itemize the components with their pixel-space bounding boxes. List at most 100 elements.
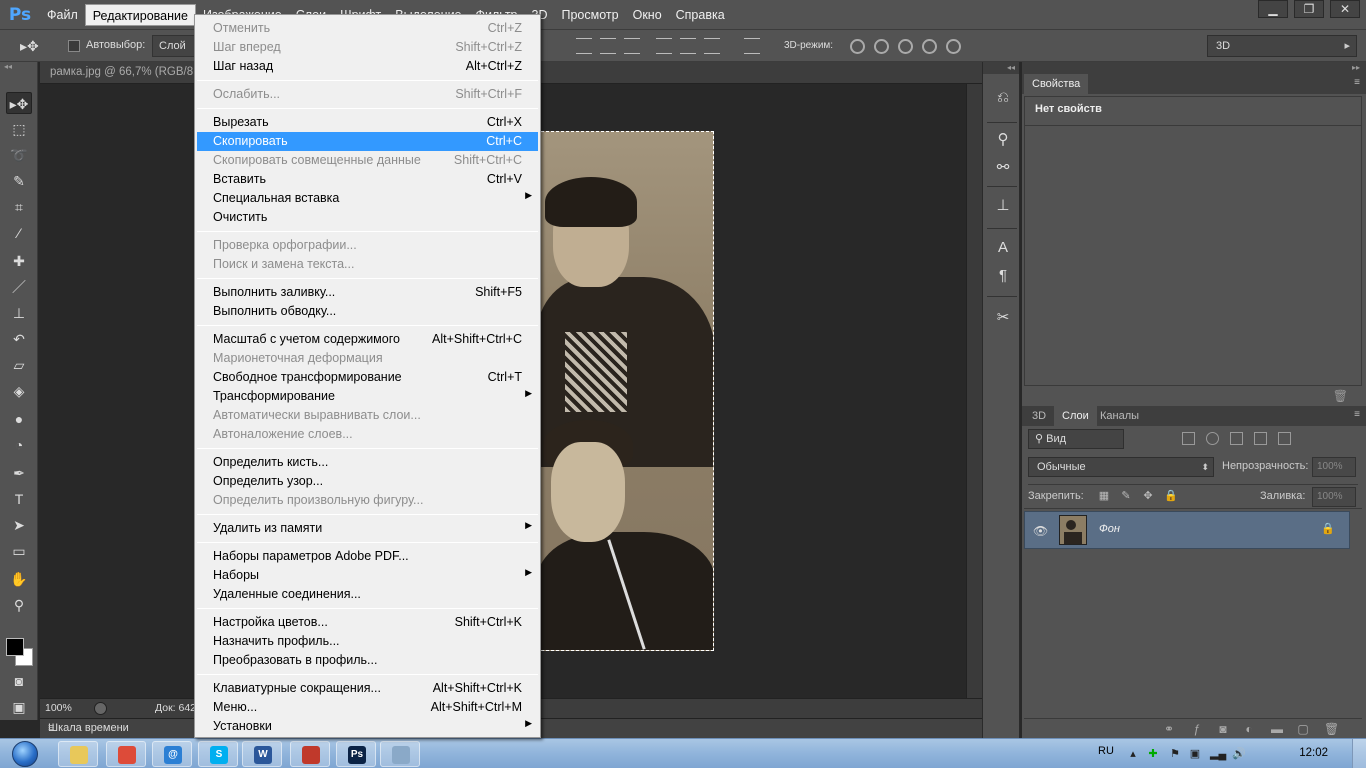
vertical-scrollbar[interactable] [966,84,982,698]
start-button[interactable] [4,739,46,768]
filter-shape-icon[interactable] [1254,432,1267,445]
move-tool-icon[interactable]: ▸✥ [6,92,32,114]
zoom-tool-icon[interactable]: ⚲ [6,594,32,616]
layer-filter-select[interactable]: ⚲ Вид [1028,429,1124,449]
auto-align-icon[interactable] [744,38,760,54]
brush-tool-icon[interactable]: ／ [6,276,32,298]
edit-menu-item[interactable]: Определить произвольную фигуру... [197,491,538,510]
crop-tool-icon[interactable]: ⌗ [6,196,32,218]
hand-tool-icon[interactable]: ✋ [6,568,32,590]
new-layer-icon[interactable]: ▢ [1296,722,1310,736]
tab-layers[interactable]: Слои [1054,406,1097,426]
edit-menu-item[interactable]: Выполнить заливку... Shift+F5 [197,283,538,302]
edit-menu-item[interactable]: Автоналожение слоев... [197,425,538,444]
panel-menu-icon[interactable]: ≡ [1354,409,1360,420]
minimize-button[interactable]: ▁ [1258,0,1288,18]
edit-menu-item[interactable]: Шаг вперед Shift+Ctrl+Z [197,38,538,57]
lock-all-icon[interactable]: 🔒 [1164,490,1178,502]
healing-brush-tool-icon[interactable]: ✚ [6,250,32,272]
show-hidden-icons-icon[interactable]: ▴ [1126,747,1140,761]
fill-input[interactable]: 100% [1312,487,1356,507]
trash-icon[interactable]: 🗑 [1324,722,1339,736]
lock-position-icon[interactable]: ✥ [1142,490,1154,502]
edit-menu-item[interactable]: Поиск и замена текста... [197,255,538,274]
edit-menu-item[interactable]: Наборы параметров Adobe PDF... [197,547,538,566]
edit-menu-item[interactable]: Определить кисть... [197,453,538,472]
clock[interactable]: 12:02 [1299,747,1328,759]
edit-menu-item[interactable]: Удаленные соединения... [197,585,538,604]
edit-menu-item[interactable]: Преобразовать в профиль... [197,651,538,670]
network-plus-icon[interactable]: ✚ [1146,747,1160,761]
tool-presets-icon[interactable]: ✂ [993,308,1013,328]
3d-slide-icon[interactable] [922,39,937,54]
filter-pixel-icon[interactable] [1182,432,1195,445]
mask-icon[interactable]: ◙ [1216,722,1230,736]
edit-menu-item[interactable]: Свободное трансформирование Ctrl+T [197,368,538,387]
volume-icon[interactable]: 🔊 [1232,747,1246,761]
language-indicator[interactable]: RU [1098,745,1114,757]
character-icon[interactable]: A [993,238,1013,258]
edit-menu-item[interactable]: Выполнить обводку... [197,302,538,321]
eye-icon[interactable]: 👁 [1033,524,1048,538]
layer-row[interactable]: 👁 Фон 🔒 [1024,511,1350,549]
edit-menu-item[interactable]: Назначить профиль... [197,632,538,651]
edit-menu-item[interactable]: Определить узор... [197,472,538,491]
filter-type-icon[interactable] [1230,432,1243,445]
tab-3d[interactable]: 3D [1024,406,1054,426]
signal-icon[interactable]: ▂▄ [1210,747,1226,761]
taskbar-app-button[interactable] [380,741,420,767]
clone-stamp-tool-icon[interactable]: ⊥ [6,302,32,324]
3d-scale-icon[interactable] [946,39,961,54]
quick-mask-icon[interactable]: ◙ [6,670,32,692]
marquee-tool-icon[interactable]: ⬚ [6,118,32,140]
edit-menu-item[interactable]: Марионеточная деформация [197,349,538,368]
edit-menu-item[interactable]: Настройка цветов... Shift+Ctrl+K [197,613,538,632]
zoom-preview-icon[interactable] [94,702,107,715]
edit-menu-item[interactable]: Скопировать совмещенные данные Shift+Ctrl… [197,151,538,170]
zoom-level[interactable]: 100% [45,702,72,714]
fx-icon[interactable]: ƒ [1190,722,1204,736]
edit-menu-item[interactable]: Масштаб с учетом содержимого Alt+Shift+Ct… [197,330,538,349]
align-left-icon[interactable] [656,38,672,54]
blend-mode-select[interactable]: Обычные [1028,457,1214,477]
edit-menu-item[interactable]: Проверка орфографии... [197,236,538,255]
screen-mode-icon[interactable]: ▣ [6,696,32,718]
edit-menu-item[interactable]: Вырезать Ctrl+X [197,113,538,132]
edit-menu-item[interactable]: Очистить [197,208,538,227]
restore-button[interactable]: ❐ [1294,0,1324,18]
eyedropper-tool-icon[interactable]: ⁄ [6,222,32,244]
taskbar-paint-button[interactable] [290,741,330,767]
taskbar-photoshop-button[interactable]: Ps [336,741,376,767]
panel-grip[interactable]: ◂◂ [983,62,1019,74]
type-tool-icon[interactable]: T [6,488,32,510]
menu-file[interactable]: Файл [40,4,85,26]
autoselect-checkbox[interactable] [68,40,80,52]
align-top-icon[interactable] [576,38,592,54]
edit-menu-item[interactable]: Скопировать Ctrl+C [197,132,538,151]
dodge-tool-icon[interactable]: ◔ [6,434,32,456]
align-hcenter-icon[interactable] [680,38,696,54]
edit-menu-item[interactable]: Специальная вставка ▶ [197,189,538,208]
panel-grip[interactable]: ▸▸ [1022,62,1366,74]
tab-properties[interactable]: Свойства [1024,74,1089,94]
clone-source-icon[interactable]: ⊥ [993,196,1013,216]
edit-menu-item[interactable]: Удалить из памяти ▶ [197,519,538,538]
lock-pixels-icon[interactable]: ✎ [1120,490,1132,502]
history-icon[interactable]: ⎌ [993,88,1013,108]
paint-bucket-tool-icon[interactable]: ◈ [6,380,32,402]
document-info[interactable]: Док: 642 [155,702,196,714]
move-tool-preset-icon[interactable]: ▸✥ [20,38,44,54]
edit-menu-item[interactable]: Ослабить... Shift+Ctrl+F [197,85,538,104]
menu-view[interactable]: Просмотр [555,4,626,26]
tab-channels[interactable]: Каналы [1092,406,1147,426]
align-bottom-icon[interactable] [624,38,640,54]
blur-tool-icon[interactable]: ● [6,408,32,430]
panel-grip[interactable]: ◂◂ [0,62,37,72]
adjustment-layer-icon[interactable]: ◐ [1242,722,1256,736]
brush-presets-icon[interactable]: ⚲ [993,130,1013,150]
menu-window[interactable]: Окно [626,4,669,26]
paragraph-icon[interactable]: ¶ [993,266,1013,286]
device-icon[interactable]: ▣ [1188,747,1202,761]
flag-icon[interactable]: ⚑ [1168,747,1182,761]
edit-menu-item[interactable]: Трансформирование ▶ [197,387,538,406]
